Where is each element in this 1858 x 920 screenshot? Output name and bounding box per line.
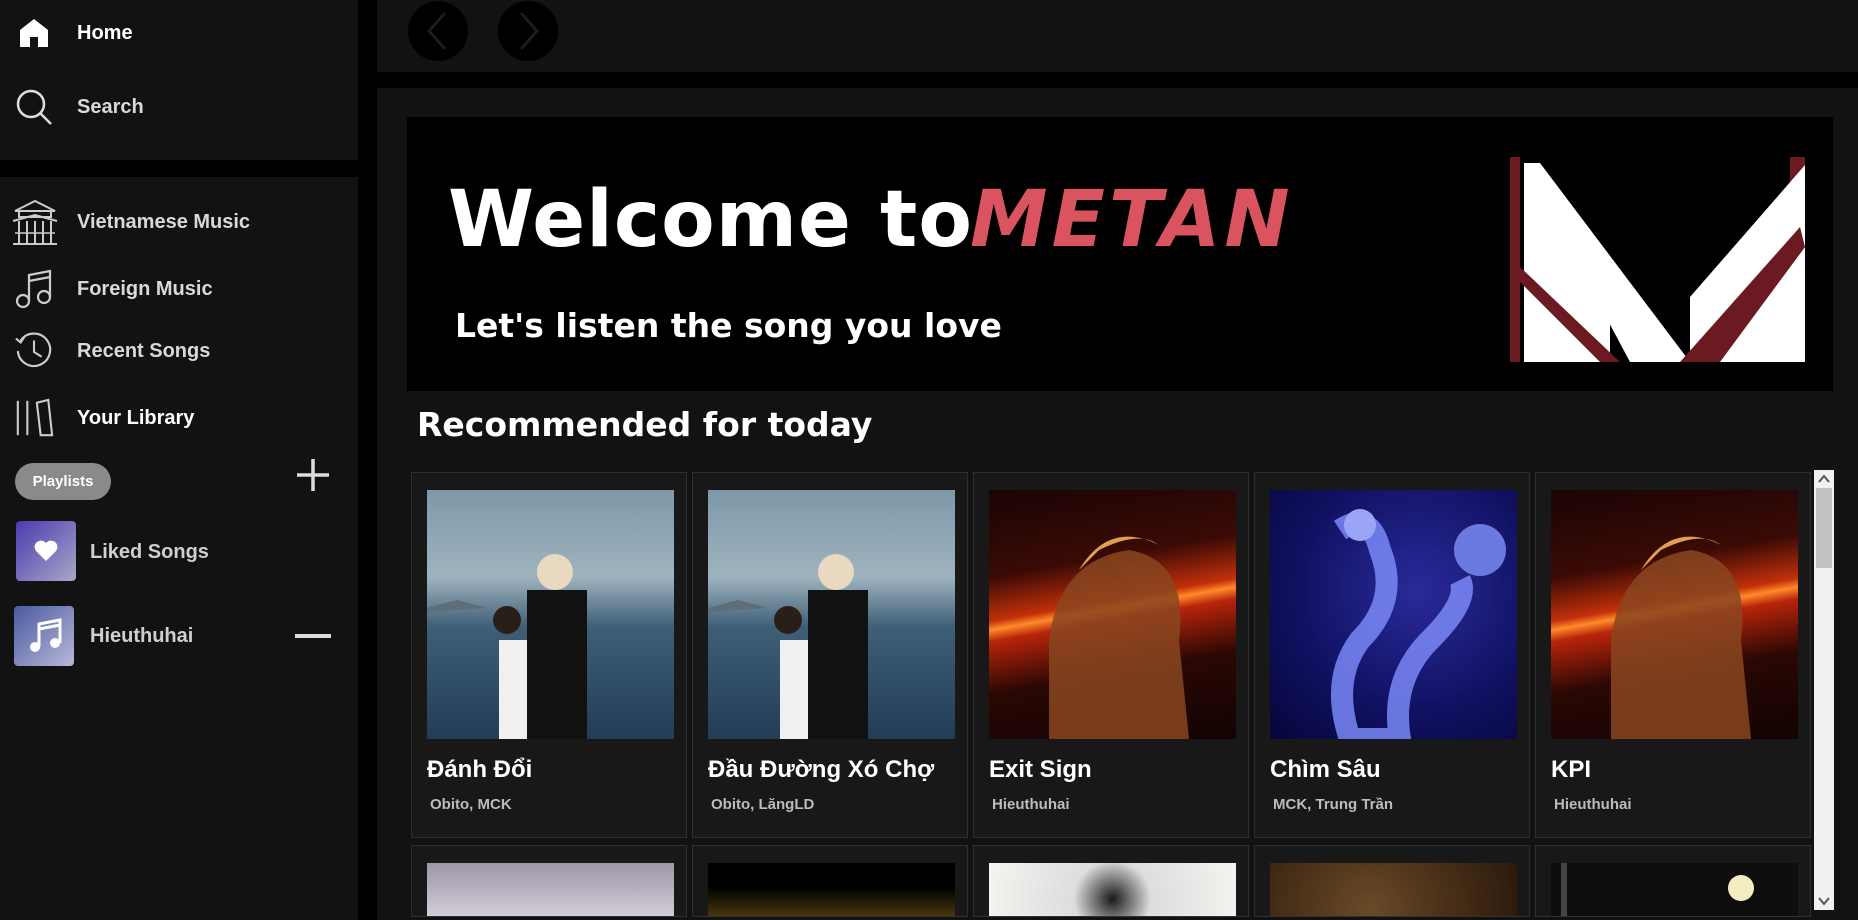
temple-icon xyxy=(10,197,60,247)
minus-icon xyxy=(295,634,331,638)
song-card[interactable] xyxy=(973,845,1249,917)
sidebar-nav: Home Search xyxy=(0,0,358,160)
forward-button[interactable] xyxy=(498,1,558,61)
song-card[interactable]: Đầu Đường Xó Chợ Obito, LăngLD xyxy=(692,472,968,838)
album-art xyxy=(1270,863,1517,916)
album-art xyxy=(708,863,955,916)
scroll-up-icon[interactable] xyxy=(1816,472,1832,486)
song-card[interactable]: Chìm Sâu MCK, Trung Trần xyxy=(1254,472,1530,838)
banner-tagline: Let's listen the song you love xyxy=(455,306,1002,345)
search-icon xyxy=(14,87,54,127)
album-art xyxy=(1270,490,1517,739)
nav-search[interactable]: Search xyxy=(0,77,358,137)
banner-brand-name: METAN xyxy=(970,175,1294,265)
playlist-item-liked-songs[interactable]: Liked Songs xyxy=(0,520,358,584)
playlist-cover xyxy=(14,606,74,666)
song-title: Exit Sign xyxy=(989,756,1092,783)
library-icon xyxy=(14,398,54,438)
banner-welcome-text: Welcome to xyxy=(448,175,973,265)
section-title: Recommended for today xyxy=(417,405,873,444)
plus-icon xyxy=(297,459,329,491)
menu-recent-label: Recent Songs xyxy=(77,339,211,362)
nav-home[interactable]: Home xyxy=(0,3,358,63)
scroll-down-icon[interactable] xyxy=(1816,894,1832,908)
song-card[interactable]: KPI Hieuthuhai xyxy=(1535,472,1811,838)
song-artist: Obito, LăngLD xyxy=(711,796,815,813)
album-art xyxy=(1551,490,1798,739)
remove-playlist-button[interactable] xyxy=(293,616,333,656)
music-note-icon xyxy=(30,618,62,652)
song-title: Đánh Đổi xyxy=(427,756,533,783)
album-art xyxy=(989,863,1236,916)
song-title: KPI xyxy=(1551,756,1592,783)
song-artist: MCK, Trung Trần xyxy=(1273,796,1393,813)
chevron-right-icon xyxy=(519,12,540,50)
home-icon xyxy=(14,13,54,53)
song-card[interactable]: Đánh Đổi Obito, MCK xyxy=(411,472,687,838)
song-artist: Hieuthuhai xyxy=(1554,796,1632,813)
album-art xyxy=(1551,863,1798,916)
menu-your-library[interactable]: Your Library xyxy=(0,388,358,448)
menu-vietnamese-label: Vietnamese Music xyxy=(77,210,251,233)
menu-library-label: Your Library xyxy=(77,406,195,429)
song-card[interactable] xyxy=(692,845,968,917)
album-art xyxy=(427,490,674,739)
playlist-name: Liked Songs xyxy=(90,541,209,563)
song-artist: Obito, MCK xyxy=(430,796,512,813)
top-bar xyxy=(377,0,1858,72)
album-art xyxy=(989,490,1236,739)
menu-vietnamese-music[interactable]: Vietnamese Music xyxy=(0,192,358,252)
album-art xyxy=(427,863,674,916)
album-art xyxy=(708,490,955,739)
music-note-icon xyxy=(14,269,54,309)
add-playlist-button[interactable] xyxy=(293,455,333,495)
song-title: Chìm Sâu xyxy=(1270,756,1381,783)
menu-foreign-music[interactable]: Foreign Music xyxy=(0,259,358,319)
song-title: Đầu Đường Xó Chợ xyxy=(708,756,935,783)
back-button[interactable] xyxy=(408,1,468,61)
song-card[interactable] xyxy=(1535,845,1811,917)
liked-songs-cover xyxy=(16,521,76,581)
chevron-left-icon xyxy=(426,12,447,50)
scrollbar-thumb[interactable] xyxy=(1816,488,1832,568)
playlist-item-hieuthuhai[interactable]: Hieuthuhai xyxy=(0,604,358,668)
song-artist: Hieuthuhai xyxy=(992,796,1070,813)
menu-recent-songs[interactable]: Recent Songs xyxy=(0,321,358,381)
song-card[interactable] xyxy=(411,845,687,917)
song-card[interactable]: Exit Sign Hieuthuhai xyxy=(973,472,1249,838)
nav-search-label: Search xyxy=(77,95,144,118)
nav-home-label: Home xyxy=(77,21,133,44)
heart-icon xyxy=(34,540,58,561)
history-icon xyxy=(14,331,54,371)
song-card[interactable] xyxy=(1254,845,1530,917)
playlists-filter-chip[interactable]: Playlists xyxy=(15,463,111,500)
menu-foreign-label: Foreign Music xyxy=(77,277,213,300)
metan-logo xyxy=(1510,157,1805,362)
playlist-name: Hieuthuhai xyxy=(90,625,194,647)
